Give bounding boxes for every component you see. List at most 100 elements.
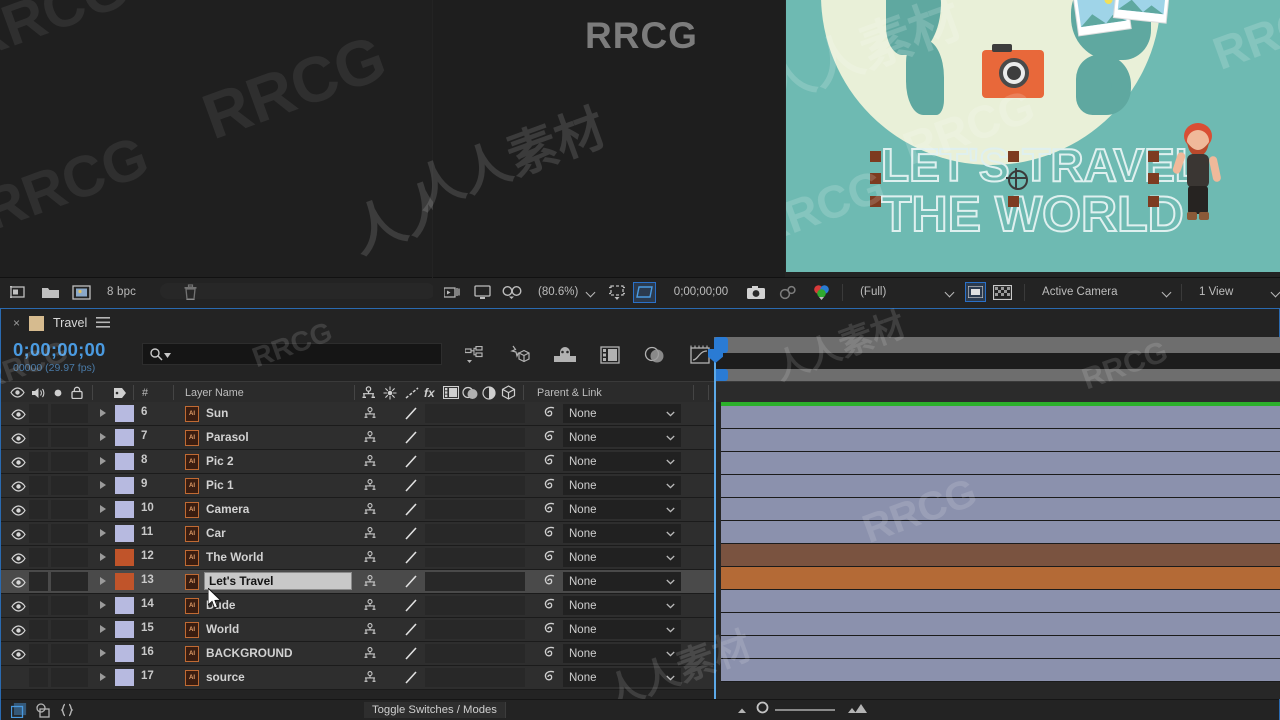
expand-triangle-icon[interactable] [100,433,106,441]
layer-visibility-toggle[interactable] [11,623,26,641]
selection-handle[interactable] [870,173,881,184]
collapse-transform-icon[interactable] [383,382,397,403]
parent-shy-icon[interactable] [363,575,377,593]
frame-blending-icon[interactable] [598,343,622,367]
parent-link-dropdown[interactable]: None [563,476,681,495]
parent-pickwhip-icon[interactable] [543,526,556,544]
work-area-bar-bottom[interactable] [714,369,1280,381]
motion-blur-icon[interactable] [643,343,667,367]
parent-link-dropdown[interactable]: None [563,572,681,591]
layer-name-label[interactable]: Camera [206,502,249,516]
timeline-zoom-control[interactable] [736,701,869,719]
layer-visibility-toggle[interactable] [11,599,26,617]
transparency-grid-icon[interactable] [966,283,986,301]
channels-icon[interactable] [809,284,833,301]
search-dropdown-icon[interactable] [164,345,171,363]
quality-icon[interactable] [404,526,418,541]
parent-shy-icon[interactable] [363,479,377,497]
hide-shy-layers-icon[interactable] [553,343,577,367]
toggle-mask-icon[interactable] [990,285,1014,300]
quality-icon[interactable] [404,646,418,661]
snapshot-icon[interactable] [744,285,768,300]
layer-visibility-toggle[interactable] [11,407,26,425]
current-time-indicator[interactable] [714,349,716,699]
quality-icon[interactable] [404,454,418,469]
ruler-ticks-strip[interactable]: 00s 02s 04s 06s 08s 10s 12s 14s [714,353,1280,369]
quality-icon[interactable] [404,598,418,613]
parent-link-dropdown[interactable]: None [563,428,681,447]
layer-label-color[interactable] [115,429,134,446]
quality-icon[interactable] [404,478,418,493]
viewer-timecode[interactable]: 0;00;00;00 [669,278,733,307]
parent-pickwhip-icon[interactable] [543,502,556,520]
resolution-value[interactable]: (Full) [855,278,941,307]
quality-icon[interactable] [404,622,418,637]
expand-icon[interactable] [55,703,79,717]
layer-visibility-toggle[interactable] [11,479,26,497]
parent-shy-icon[interactable] [363,551,377,569]
expand-triangle-icon[interactable] [100,553,106,561]
timeline-layer-bar[interactable] [721,636,1280,659]
timeline-layer-bar[interactable] [721,567,1280,590]
quality-icon[interactable] [404,502,418,517]
work-area-end-handle[interactable] [714,369,728,381]
quality-icon[interactable] [404,670,418,685]
selection-handle[interactable] [870,151,881,162]
motion-blur-icon[interactable] [462,382,479,403]
selection-handle[interactable] [1008,151,1019,162]
parent-pickwhip-icon[interactable] [543,598,556,616]
expand-triangle-icon[interactable] [100,673,106,681]
composition-viewer[interactable]: LET'S TRAVEL THE WORLD [786,0,1280,272]
3d-layer-icon[interactable] [501,382,516,403]
timeline-layer-bar[interactable] [721,544,1280,567]
eye-icon[interactable] [10,382,25,403]
chevron-down-icon[interactable] [1272,288,1280,297]
parent-shy-icon[interactable] [363,527,377,545]
parent-pickwhip-icon[interactable] [543,478,556,496]
selection-handle[interactable] [1148,151,1159,162]
parent-pickwhip-icon[interactable] [543,406,556,424]
new-folder-icon[interactable] [39,282,61,302]
layer-name-label[interactable]: Pic 2 [206,454,234,468]
timeline-layer-bar[interactable] [721,498,1280,521]
selection-handle[interactable] [1008,196,1019,207]
expand-triangle-icon[interactable] [100,457,106,465]
layer-visibility-toggle[interactable] [11,527,26,545]
zoom-slider-thumb[interactable] [756,701,769,719]
layer-label-color[interactable] [115,669,134,686]
lock-icon[interactable] [71,382,83,403]
project-panel[interactable]: RRCG RRCG RRCG 人人素材 [0,0,432,277]
3d-glasses-icon[interactable] [500,285,524,300]
expand-triangle-icon[interactable] [100,409,106,417]
quality-icon[interactable] [404,406,418,421]
parent-link-dropdown[interactable]: None [563,548,681,567]
layer-label-color[interactable] [115,549,134,566]
expand-triangle-icon[interactable] [100,601,106,609]
parent-shy-icon[interactable] [363,599,377,617]
layer-label-color[interactable] [115,645,134,662]
parent-pickwhip-icon[interactable] [543,646,556,664]
zoom-in-icon[interactable] [847,701,869,719]
expand-triangle-icon[interactable] [100,577,106,585]
grid-guides-icon[interactable] [634,283,654,302]
layer-label-color[interactable] [115,477,134,494]
parent-shy-icon[interactable] [363,431,377,449]
layer-visibility-toggle[interactable] [11,551,26,569]
adjustment-layer-icon[interactable] [482,382,496,403]
zoom-slider-track[interactable] [775,709,835,711]
expand-triangle-icon[interactable] [100,529,106,537]
layer-name-label[interactable]: BACKGROUND [206,646,293,660]
timeline-layer-bar[interactable] [721,452,1280,475]
timeline-layer-bar[interactable] [721,521,1280,544]
effects-column-header[interactable]: fx [424,382,435,403]
parent-link-dropdown[interactable]: None [563,668,681,687]
frame-blend-icon[interactable] [443,382,459,403]
expand-triangle-icon[interactable] [100,649,106,657]
timeline-layer-bar[interactable] [721,475,1280,498]
current-timecode[interactable]: 0;00;00;00 [13,339,106,361]
layer-name-column-header[interactable]: Layer Name [185,382,244,403]
layer-visibility-toggle[interactable] [11,503,26,521]
quality-icon[interactable] [404,574,418,589]
timeline-layer-bar[interactable] [721,613,1280,636]
solo-icon[interactable] [53,382,63,403]
